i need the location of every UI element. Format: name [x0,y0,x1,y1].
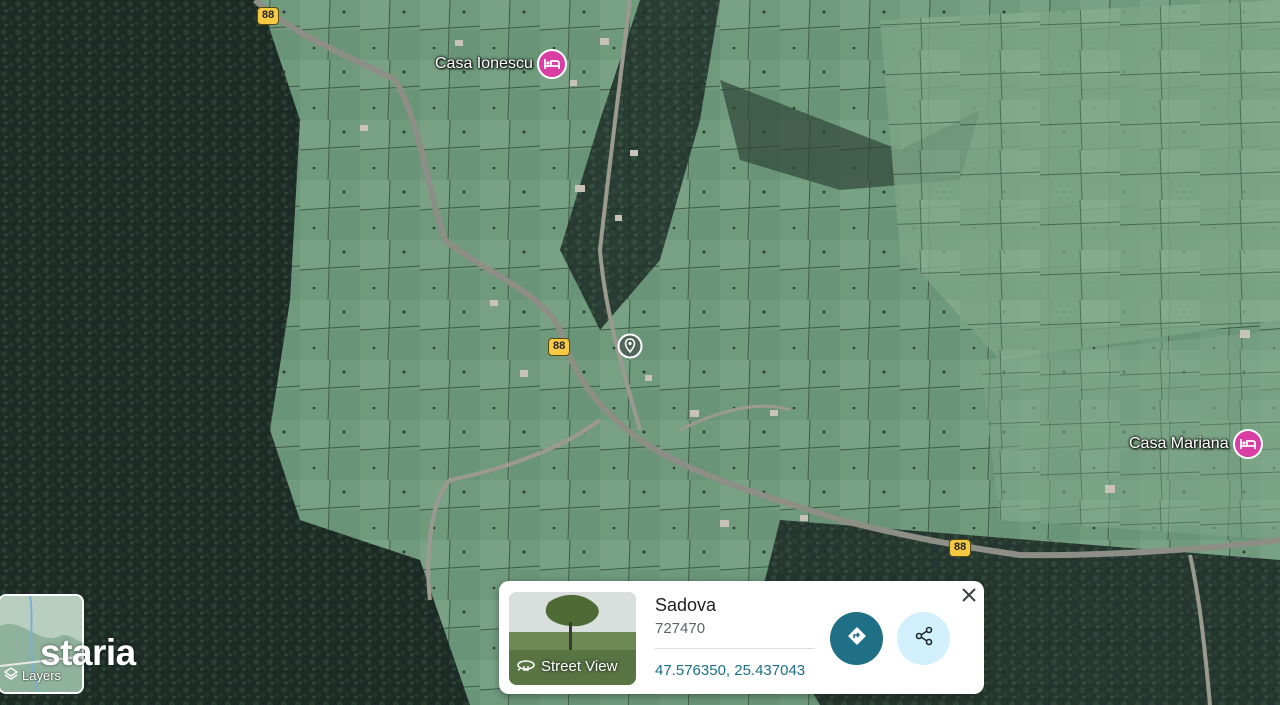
close-button[interactable] [958,586,980,608]
postal-code: 727470 [655,620,706,637]
bed-icon [1232,429,1263,459]
close-icon [962,587,976,607]
share-icon [913,625,935,652]
route-88-shield: 88 [548,338,571,356]
route-88-shield: 88 [257,7,280,25]
poi-casa-mariana[interactable]: Casa Mariana [1129,429,1263,459]
poi-casa-ionescu[interactable]: Casa Ionescu [435,49,567,79]
route-88-shield: 88 [949,539,972,557]
poi-label: Casa Mariana [1129,435,1229,452]
place-info-card: Street View Sadova 727470 47.576350, 25.… [499,581,984,694]
location-pin-icon[interactable] [617,333,643,359]
directions-icon [846,625,868,652]
street-view-icon [517,657,535,675]
coordinates-link[interactable]: 47.576350, 25.437043 [655,662,805,679]
card-divider [655,648,815,649]
directions-button[interactable] [830,612,883,665]
watermark-logo: staria [40,632,136,673]
layers-icon [3,667,19,684]
bed-icon [536,49,567,79]
place-name: Sadova [655,595,717,615]
street-view-label: Street View [541,657,618,675]
poi-label: Casa Ionescu [435,55,533,72]
street-view-thumbnail[interactable]: Street View [509,592,636,685]
share-button[interactable] [897,612,950,665]
